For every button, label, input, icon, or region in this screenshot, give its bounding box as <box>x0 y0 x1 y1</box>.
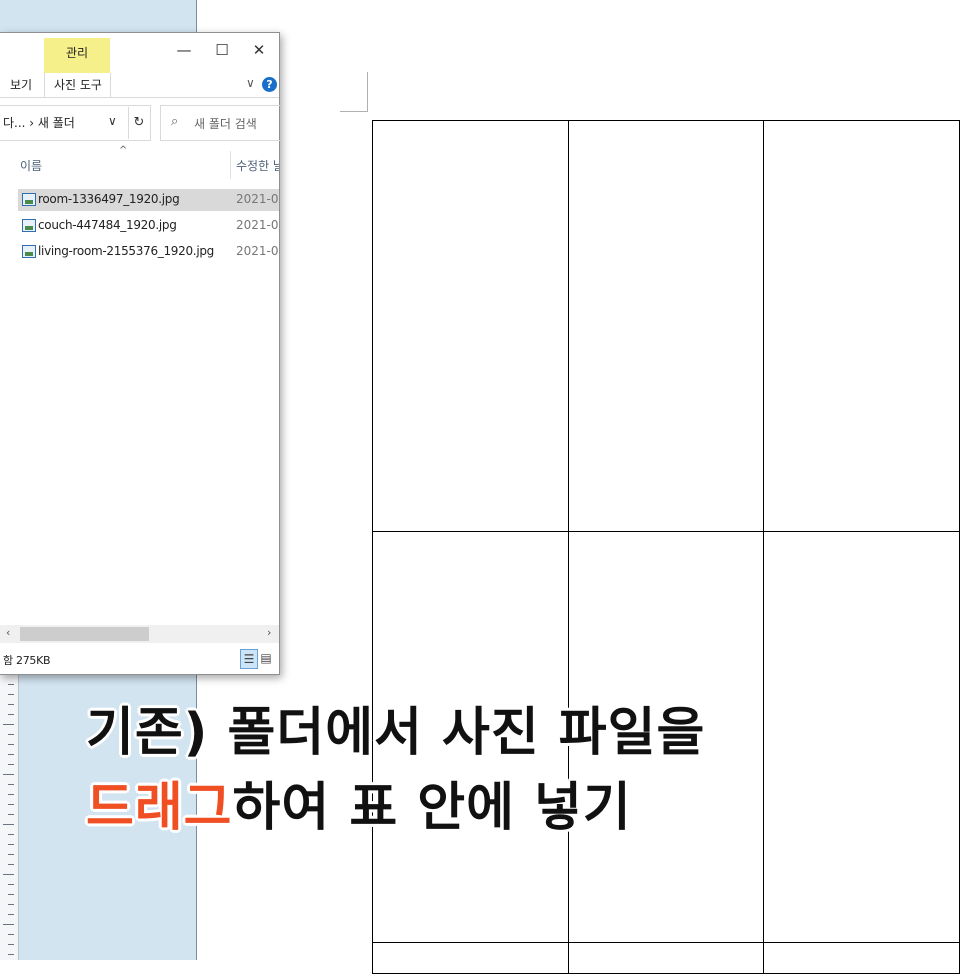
tab-manage[interactable]: 관리 <box>44 38 110 73</box>
scroll-left-icon[interactable]: ‹ <box>6 626 10 639</box>
ruler-tick <box>8 914 14 915</box>
column-divider[interactable] <box>230 151 231 179</box>
scrollbar-thumb[interactable] <box>20 627 149 641</box>
ruler-tick <box>3 724 14 725</box>
tab-picture-tools[interactable]: 사진 도구 <box>54 76 102 93</box>
file-name: living-room-2155376_1920.jpg <box>38 244 214 258</box>
search-input[interactable]: ⌕ 새 폴더 검색 <box>160 105 280 141</box>
ruler-tick <box>8 844 14 845</box>
ruler-tick <box>8 714 14 715</box>
caption-line-1: 기존) 폴더에서 사진 파일을 <box>86 703 706 763</box>
ruler-tick <box>8 784 14 785</box>
image-file-icon <box>22 245 36 258</box>
table-cell[interactable] <box>567 942 765 974</box>
status-bar: 함 275KB ☰ ▤ <box>0 645 279 673</box>
file-date: 2021-07- <box>236 192 279 206</box>
ruler-tick <box>8 734 14 735</box>
table-cell[interactable] <box>567 120 765 532</box>
ruler-tick <box>3 924 14 925</box>
file-name: couch-447484_1920.jpg <box>38 218 177 232</box>
horizontal-scrollbar[interactable]: ‹ › <box>0 625 279 643</box>
ruler-tick <box>8 894 14 895</box>
scroll-right-icon[interactable]: › <box>267 626 271 639</box>
help-icon[interactable]: ? <box>262 77 277 92</box>
file-name: room-1336497_1920.jpg <box>38 192 180 206</box>
tab-view[interactable]: 보기 <box>10 76 32 93</box>
chevron-down-icon[interactable]: ∨ <box>108 114 117 128</box>
status-text: 함 275KB <box>3 654 51 667</box>
table-cell[interactable] <box>763 531 960 943</box>
file-date: 2021-07- <box>236 218 279 232</box>
divider <box>110 73 111 97</box>
vertical-ruler[interactable] <box>0 670 19 960</box>
ruler-tick <box>8 934 14 935</box>
caption-line-2: 드래그하여 표 안에 넣기 <box>86 765 632 840</box>
ruler-tick <box>8 764 14 765</box>
document-table[interactable] <box>372 120 960 974</box>
table-cell[interactable] <box>372 120 569 532</box>
ruler-tick <box>8 804 14 805</box>
ruler-tick <box>8 884 14 885</box>
close-button[interactable]: ✕ <box>244 39 274 61</box>
image-file-icon <box>22 219 36 232</box>
ruler-tick <box>8 814 14 815</box>
ruler-tick <box>8 834 14 835</box>
refresh-button[interactable]: ↻ <box>128 107 149 139</box>
ruler-tick <box>8 694 14 695</box>
column-header-name[interactable]: 이름 <box>20 157 42 174</box>
ruler-tick <box>8 944 14 945</box>
sort-caret-icon: ^ <box>119 145 128 156</box>
column-header-modified[interactable]: 수정한 날 <box>236 157 279 174</box>
ruler-tick <box>8 684 14 685</box>
table-cell[interactable] <box>763 120 960 532</box>
ruler-tick <box>8 904 14 905</box>
file-row[interactable]: couch-447484_1920.jpg 2021-07- <box>18 215 279 237</box>
ribbon-tabs: 보기 사진 도구 ∨ ? <box>0 73 279 98</box>
file-explorer-window[interactable]: 관리 — ☐ ✕ 보기 사진 도구 ∨ ? 다... › 새 폴더 ∨ ↻ ⌕ … <box>0 32 280 675</box>
ruler-tick <box>3 874 14 875</box>
page-corner-mark <box>367 72 368 112</box>
ruler-tick <box>8 704 14 705</box>
file-row[interactable]: living-room-2155376_1920.jpg 2021-07- <box>18 241 279 263</box>
search-placeholder: 새 폴더 검색 <box>194 117 257 131</box>
ruler-tick <box>8 864 14 865</box>
divider <box>44 73 45 97</box>
large-icons-view-icon[interactable]: ▤ <box>258 649 274 667</box>
ruler-tick <box>3 774 14 775</box>
caption-rest: 하여 표 안에 넣기 <box>232 778 632 838</box>
breadcrumb[interactable]: 다... › 새 폴더 <box>3 114 75 131</box>
address-bar[interactable]: 다... › 새 폴더 ∨ ↻ <box>0 105 151 141</box>
image-file-icon <box>22 193 36 206</box>
caption-highlight: 드래그 <box>86 778 233 838</box>
ribbon-expand-icon[interactable]: ∨ <box>246 76 255 90</box>
ruler-tick <box>8 954 14 955</box>
ruler-tick <box>8 754 14 755</box>
file-date: 2021-07- <box>236 244 279 258</box>
minimize-button[interactable]: — <box>169 39 199 61</box>
search-icon: ⌕ <box>171 114 179 129</box>
table-cell[interactable] <box>372 942 569 974</box>
table-cell[interactable] <box>763 942 960 974</box>
ruler-tick <box>8 744 14 745</box>
ruler-tick <box>8 794 14 795</box>
file-row[interactable]: room-1336497_1920.jpg 2021-07- <box>18 189 279 211</box>
ruler-tick <box>3 824 14 825</box>
maximize-button[interactable]: ☐ <box>207 39 237 61</box>
details-view-icon[interactable]: ☰ <box>240 649 258 669</box>
page-corner-mark <box>340 111 368 112</box>
ruler-tick <box>8 854 14 855</box>
